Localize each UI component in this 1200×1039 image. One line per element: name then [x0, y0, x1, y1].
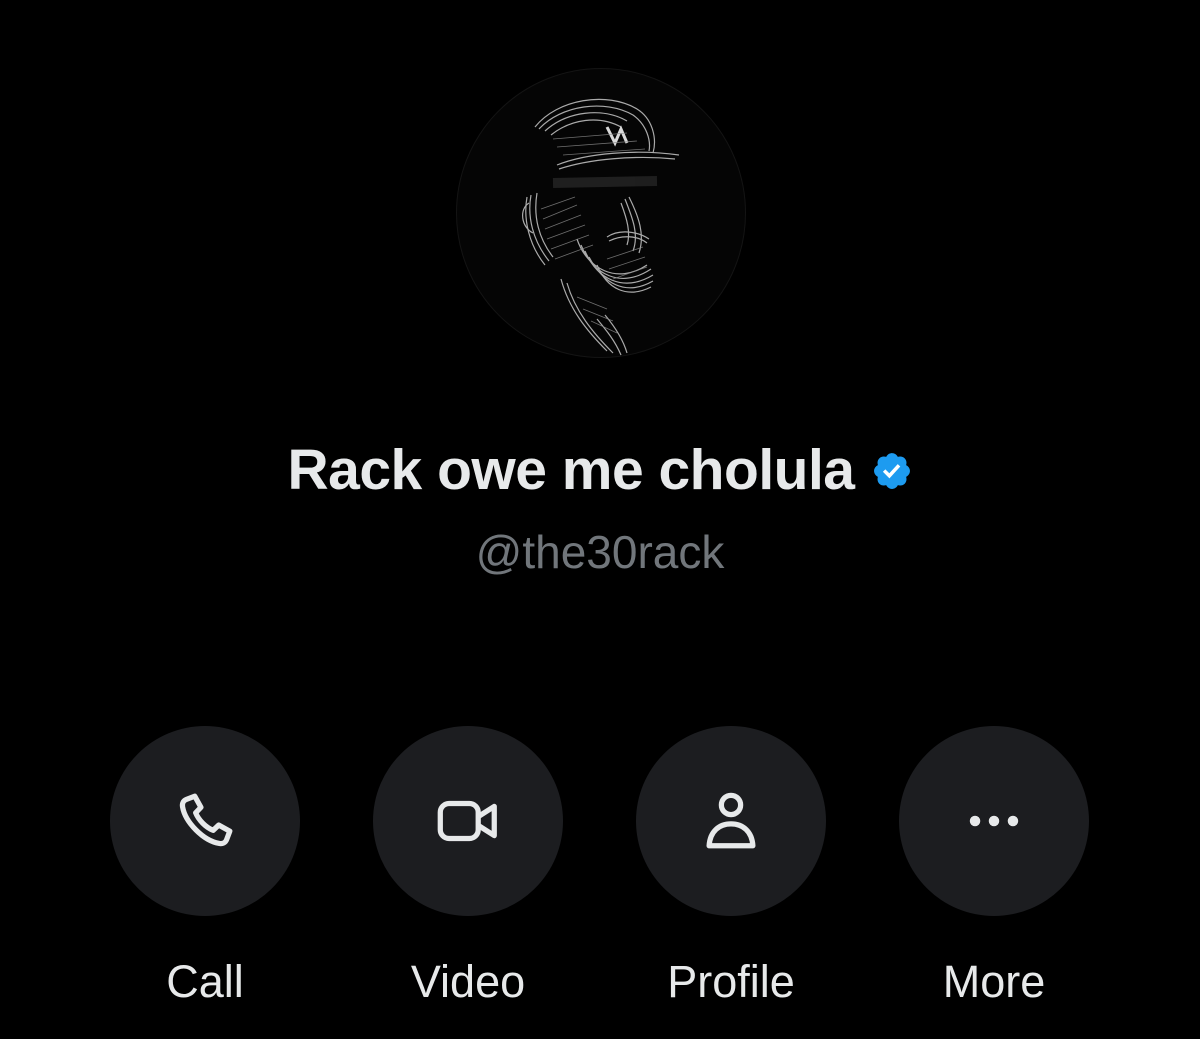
video-label: Video	[410, 956, 526, 1007]
phone-icon	[179, 793, 233, 847]
profile-handle: @the30rack	[475, 526, 725, 578]
call-label: Call	[166, 956, 244, 1007]
name-row: Rack owe me cholula	[0, 432, 1200, 508]
more-label: More	[942, 956, 1046, 1007]
person-icon	[706, 792, 756, 849]
sketch-portrait-avatar-icon	[522, 98, 680, 356]
display-name: Rack owe me cholula	[287, 438, 855, 502]
profile-avatar[interactable]	[456, 68, 746, 358]
verified-badge-icon[interactable]	[871, 450, 913, 492]
more-action[interactable]: More	[899, 726, 1089, 1008]
call-action[interactable]: Call	[110, 726, 300, 1008]
profile-button[interactable]	[636, 726, 826, 916]
video-action[interactable]: Video	[373, 726, 563, 1008]
call-button[interactable]	[110, 726, 300, 916]
video-camera-icon	[437, 800, 497, 842]
video-button[interactable]	[373, 726, 563, 916]
profile-action[interactable]: Profile	[636, 726, 826, 1008]
more-button[interactable]	[899, 726, 1089, 916]
more-dots-icon	[969, 815, 1019, 827]
profile-label: Profile	[667, 956, 795, 1007]
